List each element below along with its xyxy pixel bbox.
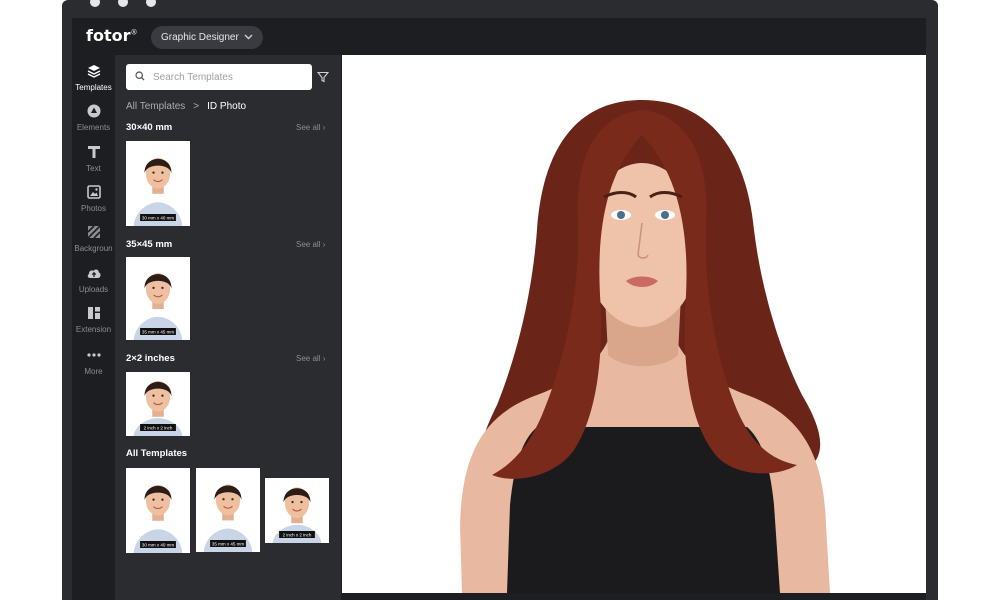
rail-label: Backgroun	[74, 244, 113, 253]
filter-icon[interactable]	[316, 70, 331, 84]
rail-item-more[interactable]: More	[72, 347, 115, 376]
top-bar: fotor® Graphic Designer	[72, 18, 926, 55]
role-label: Graphic Designer	[161, 32, 239, 43]
window-dot[interactable]	[146, 0, 156, 7]
chevron-down-icon	[244, 33, 253, 42]
id-photo-thumbnail: 35 mm x 45 mm	[126, 257, 190, 340]
extension-icon	[86, 305, 102, 321]
rail-label: Extension	[75, 325, 112, 334]
size-caption: 30 mm x 40 mm	[142, 215, 175, 220]
size-caption: 35 mm x 45 mm	[142, 329, 175, 334]
size-caption: 2 inch x 2 inch	[283, 532, 312, 537]
text-icon	[86, 144, 102, 160]
rail-label: Photos	[81, 204, 106, 213]
template-thumbnail[interactable]: 35 mm x 45 mm	[126, 257, 190, 340]
id-photo-thumbnail: 2 inch x 2 inch	[126, 372, 190, 436]
search-icon	[135, 68, 145, 86]
search-box[interactable]	[126, 64, 312, 90]
rail-item-background[interactable]: Backgroun	[72, 224, 115, 253]
template-thumbnail[interactable]: 30 mm x 40 mm	[126, 141, 190, 226]
search-input[interactable]	[153, 71, 303, 83]
breadcrumb-current: ID Photo	[207, 101, 247, 112]
size-caption: 2 inch x 2 inch	[144, 425, 173, 430]
template-thumbnail[interactable]: 35 mm x 45 mm	[196, 468, 260, 552]
image-icon	[86, 184, 102, 200]
see-all-link[interactable]: See all ›	[296, 354, 325, 363]
rail-item-elements[interactable]: Elements	[72, 103, 115, 132]
template-thumbnail[interactable]: 2 inch x 2 inch	[126, 372, 190, 436]
rail-item-photos[interactable]: Photos	[72, 184, 115, 213]
templates-panel: All Templates > ID Photo 30×40 mm See al…	[115, 55, 341, 600]
size-caption: 30 mm x 40 mm	[142, 542, 175, 547]
see-all-link[interactable]: See all ›	[296, 123, 325, 132]
breadcrumb-root[interactable]: All Templates	[126, 101, 185, 112]
role-dropdown[interactable]: Graphic Designer	[151, 26, 263, 49]
shapes-icon	[86, 103, 102, 119]
window-controls	[90, 0, 156, 7]
window-dot[interactable]	[118, 0, 128, 7]
rail-label: Text	[86, 164, 101, 173]
template-thumbnail[interactable]: 30 mm x 40 mm	[126, 468, 190, 553]
section-title: All Templates	[126, 448, 188, 459]
editor-app: fotor® Graphic Designer Templates Elemen…	[72, 18, 926, 600]
tool-rail: Templates Elements Text Photos Backgroun	[72, 55, 115, 600]
portrait-photo	[342, 55, 926, 593]
template-thumbnail[interactable]: 2 inch x 2 inch	[265, 478, 329, 543]
pattern-icon	[86, 224, 102, 240]
breadcrumb: All Templates > ID Photo	[126, 101, 246, 112]
rail-label: Uploads	[78, 285, 109, 294]
id-photo-thumbnail: 2 inch x 2 inch	[265, 478, 329, 543]
window-dot[interactable]	[90, 0, 100, 7]
fotor-logo[interactable]: fotor®	[86, 26, 137, 45]
rail-label: More	[84, 367, 103, 376]
id-photo-thumbnail: 35 mm x 45 mm	[196, 468, 260, 552]
id-photo-thumbnail: 30 mm x 40 mm	[126, 141, 190, 226]
rail-item-text[interactable]: Text	[72, 144, 115, 173]
design-canvas[interactable]	[342, 55, 926, 593]
rail-item-templates[interactable]: Templates	[72, 63, 115, 92]
section-title: 30×40 mm	[126, 122, 173, 133]
rail-item-extension[interactable]: Extension	[72, 305, 115, 334]
rail-label: Templates	[75, 83, 112, 92]
cloud-upload-icon	[86, 265, 102, 281]
rail-label: Elements	[76, 123, 111, 132]
layers-icon	[86, 63, 102, 79]
see-all-link[interactable]: See all ›	[296, 240, 325, 249]
rail-item-uploads[interactable]: Uploads	[72, 265, 115, 294]
section-title: 35×45 mm	[126, 239, 173, 250]
id-photo-thumbnail: 30 mm x 40 mm	[126, 468, 190, 553]
section-title: 2×2 inches	[126, 353, 175, 364]
more-dots-icon	[86, 347, 102, 363]
size-caption: 35 mm x 45 mm	[212, 541, 245, 546]
breadcrumb-separator: >	[193, 101, 200, 112]
